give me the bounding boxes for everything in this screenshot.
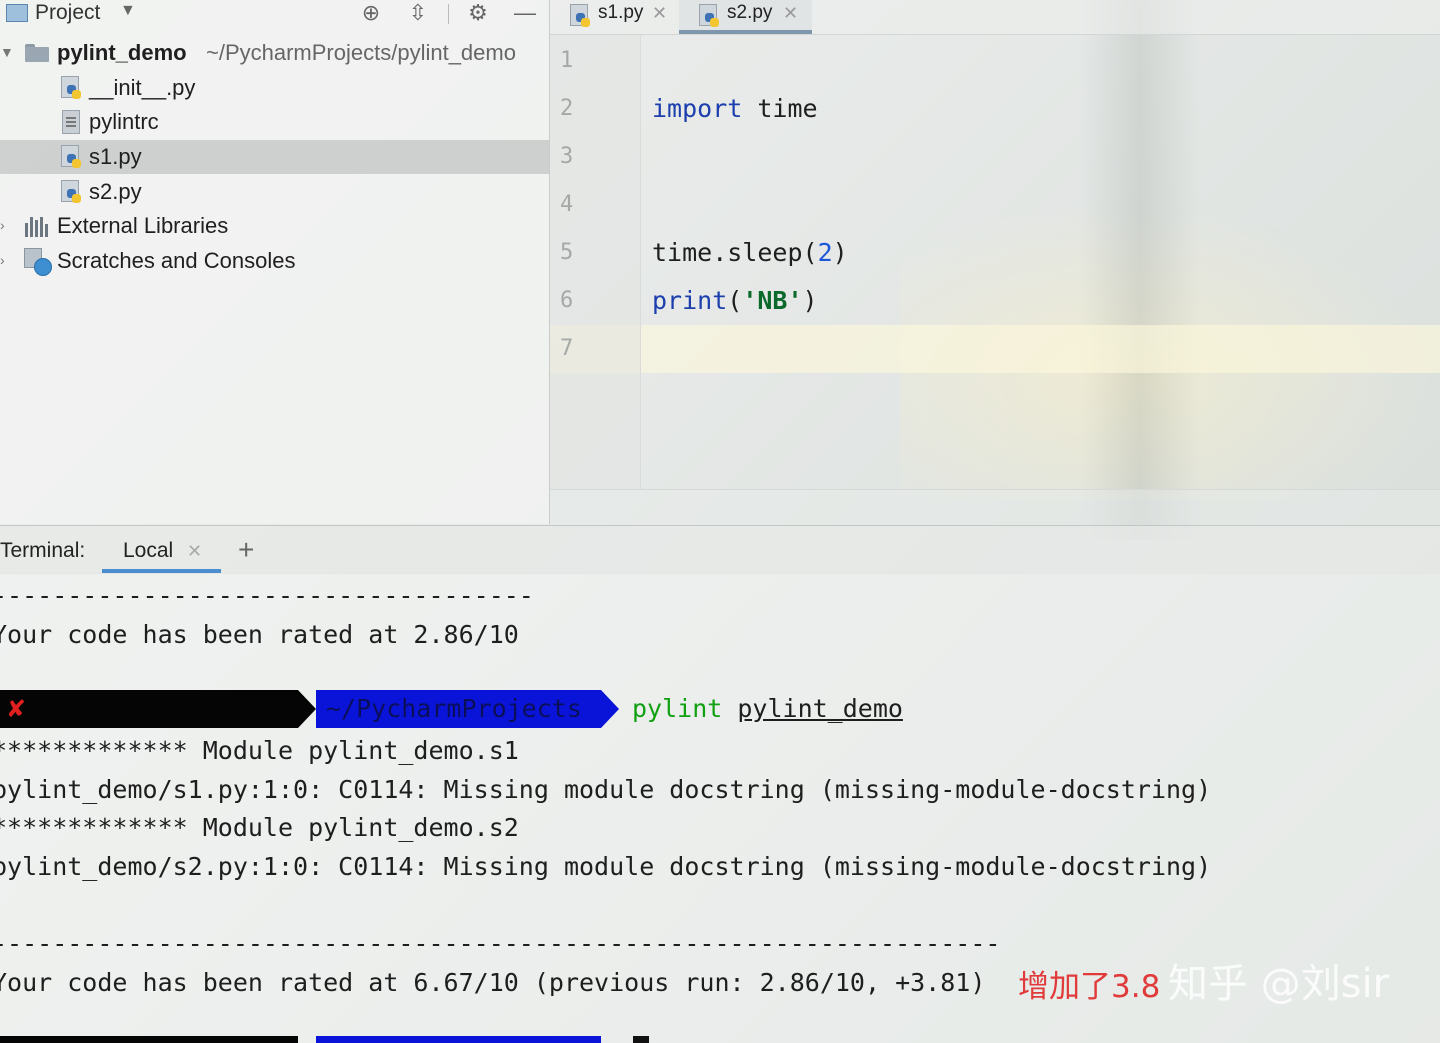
prompt-status-segment: [0, 1036, 298, 1043]
code-line-2[interactable]: import time: [652, 85, 818, 133]
python-file-icon: [699, 4, 719, 28]
project-panel: Project ▼ ⊕ ⇳ ⚙ — ▼ pylint_demo ~/Pychar…: [0, 0, 550, 524]
tree-item-scratches[interactable]: › Scratches and Consoles: [0, 244, 549, 278]
line-number: 7: [560, 336, 574, 361]
command-argument[interactable]: pylint_demo: [737, 694, 903, 723]
terminal-line: Your code has been rated at 6.67/10 (pre…: [0, 968, 986, 997]
code-token: time: [742, 94, 818, 123]
tab-s1-py[interactable]: s1.py ✕: [550, 0, 678, 34]
tree-item-label: pylintrc: [89, 109, 159, 134]
folder-icon: [25, 44, 49, 62]
terminal-cursor: [633, 1036, 649, 1043]
tab-label: s1.py: [598, 2, 644, 23]
minimize-icon[interactable]: —: [510, 0, 540, 26]
project-window-icon: [6, 4, 28, 22]
builtin-token: print: [652, 286, 728, 315]
tab-s2-py[interactable]: s2.py ✕: [679, 0, 812, 34]
expand-arrow-icon[interactable]: ›: [0, 217, 5, 233]
line-number: 5: [560, 240, 574, 265]
tree-item-label: __init__.py: [89, 75, 196, 100]
python-file-icon: [61, 145, 81, 169]
expand-arrow-icon[interactable]: ›: [0, 252, 5, 268]
shell-prompt-next: [0, 1036, 1440, 1043]
project-title[interactable]: Project: [35, 0, 100, 26]
line-number: 1: [560, 48, 574, 73]
terminal-tab-bar: Terminal: Local ✕ +: [0, 525, 1440, 574]
terminal-line: ------------------------------------: [0, 581, 534, 610]
line-number: 4: [560, 192, 574, 217]
python-file-icon: [61, 76, 81, 100]
close-icon[interactable]: ✕: [783, 0, 798, 26]
tree-item-s2-py[interactable]: s2.py: [0, 175, 549, 209]
code-line-6[interactable]: print('NB'): [652, 277, 818, 325]
line-number: 3: [560, 144, 574, 169]
tab-label: s2.py: [727, 2, 773, 23]
watermark: 知乎 @刘sir: [1168, 961, 1390, 1007]
tree-item-label: s1.py: [89, 144, 142, 169]
collapse-all-icon[interactable]: ⇳: [403, 0, 433, 26]
prompt-cwd-segment: [316, 1036, 601, 1043]
gear-icon[interactable]: ⚙: [463, 0, 493, 26]
locate-icon[interactable]: ⊕: [356, 0, 386, 26]
line-number-gutter[interactable]: 1 2 3 4 5 6 7: [550, 35, 641, 489]
code-token: (: [727, 286, 743, 315]
tree-item-path: ~/PycharmProjects/pylint_demo: [206, 40, 516, 65]
tree-item-external-libraries[interactable]: › External Libraries: [0, 209, 549, 243]
terminal-line: ************* Module pylint_demo.s1: [0, 736, 519, 765]
prompt-cwd: ~/PycharmProjects: [326, 694, 582, 723]
error-status-icon: ✘: [6, 695, 27, 723]
tree-item-pylintrc[interactable]: pylintrc: [0, 105, 549, 139]
annotation-note: 增加了3.8: [1018, 969, 1161, 1005]
close-icon[interactable]: ✕: [652, 0, 667, 26]
terminal-line: pylint_demo/s2.py:1:0: C0114: Missing mo…: [0, 852, 1212, 881]
terminal-line: ************* Module pylint_demo.s2: [0, 813, 519, 842]
header-divider: [448, 4, 449, 24]
prompt-arrow-icon: [298, 690, 316, 728]
string-token: 'NB': [742, 286, 803, 315]
prompt-arrow-icon: [601, 690, 619, 728]
keyword-token: import: [652, 94, 743, 123]
prompt-status-segment: [0, 690, 298, 728]
code-editor[interactable]: import time time.sleep(2) print('NB'): [640, 35, 1440, 489]
close-icon[interactable]: ✕: [187, 526, 202, 576]
terminal-line: Your code has been rated at 2.86/10: [0, 620, 519, 649]
line-number: 6: [560, 288, 574, 313]
terminal-line: ----------------------------------------…: [0, 929, 1001, 958]
number-token: 2: [817, 238, 833, 267]
tree-item-label: Scratches and Consoles: [57, 248, 296, 273]
tab-label: Local: [123, 539, 174, 562]
terminal-label: Terminal:: [0, 539, 86, 562]
python-file-icon: [570, 4, 590, 28]
chevron-down-icon[interactable]: ▼: [120, 2, 136, 20]
code-token: time.sleep(: [652, 238, 818, 267]
editor-bottom-strip: [550, 489, 1440, 525]
tab-local[interactable]: Local ✕: [102, 526, 221, 573]
tree-item-pylint-demo[interactable]: ▼ pylint_demo ~/PycharmProjects/pylint_d…: [0, 36, 549, 70]
python-file-icon: [61, 180, 81, 204]
prompt-command: pylint pylint_demo: [632, 690, 903, 728]
project-header: Project ▼ ⊕ ⇳ ⚙ —: [0, 0, 549, 28]
expand-arrow-icon[interactable]: ▼: [0, 44, 14, 60]
scratches-icon: [24, 248, 52, 276]
terminal-line: pylint_demo/s1.py:1:0: C0114: Missing mo…: [0, 775, 1212, 804]
tree-item-s1-py[interactable]: s1.py: [0, 140, 549, 174]
code-token: ): [832, 238, 848, 267]
libraries-icon: [25, 217, 51, 237]
tree-item-label: pylint_demo: [57, 40, 187, 65]
text-file-icon: [62, 110, 80, 134]
editor-tab-bar: s1.py ✕ s2.py ✕: [550, 0, 1440, 35]
shell-prompt: ✘ ~/PycharmProjects pylint pylint_demo: [0, 690, 1440, 728]
new-terminal-plus-icon[interactable]: +: [238, 526, 254, 574]
command-name: pylint: [632, 694, 723, 723]
code-line-5[interactable]: time.sleep(2): [652, 229, 848, 277]
tree-item-init-py[interactable]: __init__.py: [0, 71, 549, 105]
tree-item-label: External Libraries: [57, 213, 229, 238]
line-number: 2: [560, 96, 574, 121]
tree-item-label: s2.py: [89, 179, 142, 204]
code-token: ): [802, 286, 818, 315]
